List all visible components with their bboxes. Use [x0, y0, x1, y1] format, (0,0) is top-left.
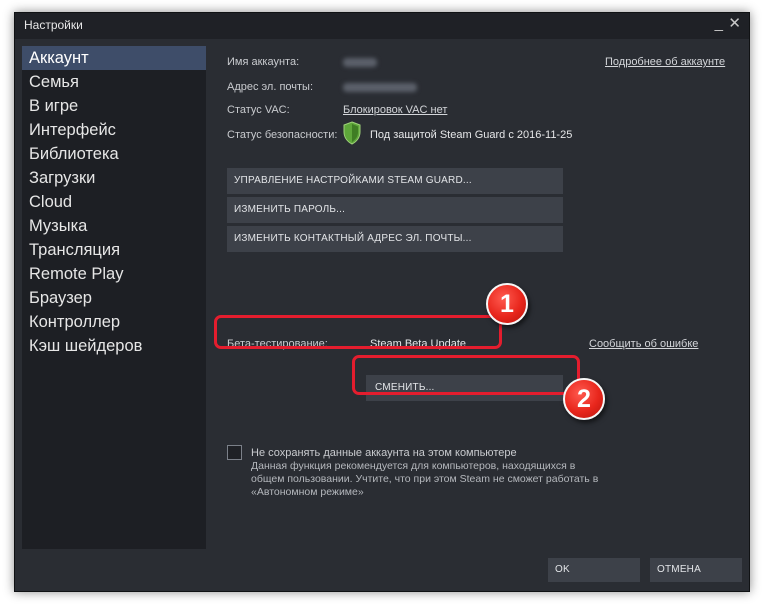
sidebar-item-downloads[interactable]: Загрузки — [22, 166, 206, 190]
change-button-highlight-box — [352, 355, 580, 395]
change-password-button[interactable]: ИЗМЕНИТЬ ПАРОЛЬ... — [227, 197, 563, 223]
remember-note: Данная функция рекомендуется для компьют… — [251, 460, 599, 498]
account-panel: Имя аккаунта: Подробнее об аккаунте Адре… — [206, 39, 749, 549]
remember-checkbox-label[interactable]: Не сохранять данные аккаунта на этом ком… — [251, 447, 517, 459]
sidebar-item-broadcasting[interactable]: Трансляция — [22, 238, 206, 262]
dialog-footer: OK ОТМЕНА — [15, 549, 749, 591]
email-redacted — [343, 83, 417, 92]
sidebar-item-family[interactable]: Семья — [22, 70, 206, 94]
sidebar-item-music[interactable]: Музыка — [22, 214, 206, 238]
account-name-redacted — [343, 58, 377, 67]
step-1-badge: 1 — [486, 283, 528, 325]
window-title: Настройки — [24, 18, 83, 32]
sidebar-item-library[interactable]: Библиотека — [22, 142, 206, 166]
steam-guard-button[interactable]: УПРАВЛЕНИЕ НАСТРОЙКАМИ STEAM GUARD... — [227, 168, 563, 194]
security-status-label: Статус безопасности: — [227, 129, 338, 141]
settings-sidebar: Аккаунт Семья В игре Интерфейс Библиотек… — [22, 46, 206, 549]
sidebar-item-cloud[interactable]: Cloud — [22, 190, 206, 214]
change-email-button[interactable]: ИЗМЕНИТЬ КОНТАКТНЫЙ АДРЕС ЭЛ. ПОЧТЫ... — [227, 226, 563, 252]
email-label: Адрес эл. почты: — [227, 81, 314, 93]
sidebar-item-shader-cache[interactable]: Кэш шейдеров — [22, 334, 206, 358]
close-icon[interactable]: ✕ — [728, 15, 741, 33]
settings-window: Настройки _ ✕ Аккаунт Семья В игре Интер… — [14, 12, 750, 592]
cancel-button[interactable]: ОТМЕНА — [650, 558, 742, 582]
sidebar-item-account[interactable]: Аккаунт — [22, 46, 206, 70]
sidebar-item-browser[interactable]: Браузер — [22, 286, 206, 310]
step-2-badge: 2 — [563, 378, 605, 420]
remember-checkbox[interactable] — [227, 445, 242, 460]
title-bar[interactable]: Настройки _ ✕ — [15, 13, 749, 39]
sidebar-item-controller[interactable]: Контроллер — [22, 310, 206, 334]
account-name-label: Имя аккаунта: — [227, 56, 300, 68]
ok-button[interactable]: OK — [548, 558, 640, 582]
vac-status-label: Статус VAC: — [227, 104, 290, 116]
sidebar-item-interface[interactable]: Интерфейс — [22, 118, 206, 142]
account-details-link[interactable]: Подробнее об аккаунте — [605, 56, 725, 68]
sidebar-item-in-game[interactable]: В игре — [22, 94, 206, 118]
sidebar-item-remote-play[interactable]: Remote Play — [22, 262, 206, 286]
beta-highlight-box — [214, 315, 502, 349]
report-bug-link[interactable]: Сообщить об ошибке — [589, 338, 698, 350]
vac-status-link[interactable]: Блокировок VAC нет — [343, 104, 447, 116]
security-status-value: Под защитой Steam Guard с 2016-11-25 — [370, 129, 573, 141]
shield-icon — [343, 121, 361, 145]
minimize-icon[interactable]: _ — [715, 15, 723, 33]
